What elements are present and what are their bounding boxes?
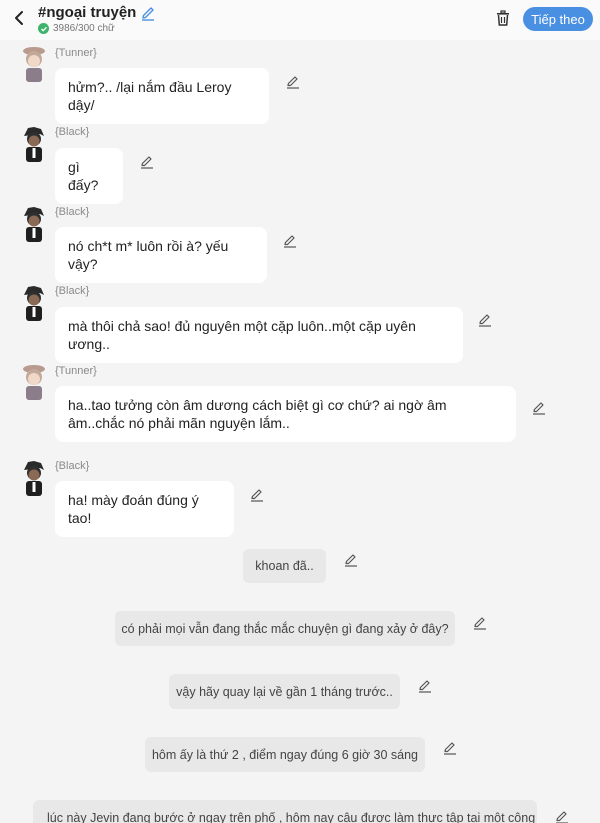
next-button[interactable]: Tiếp theo xyxy=(523,7,593,31)
speaker-name: {Tunner} xyxy=(55,365,97,377)
back-arrow-icon[interactable] xyxy=(10,9,28,27)
edit-pencil-icon[interactable] xyxy=(532,401,546,415)
edit-pencil-icon[interactable] xyxy=(555,810,569,823)
avatar-tunner xyxy=(16,362,52,402)
word-count-text: 3986/300 chữ xyxy=(53,23,115,34)
check-icon xyxy=(38,23,49,34)
top-bar: #ngoại truyện 3986/300 chữ Tiếp theo xyxy=(0,0,600,40)
edit-pencil-icon[interactable] xyxy=(286,75,300,89)
speaker-name: {Black} xyxy=(55,206,90,218)
avatar-black xyxy=(16,283,52,323)
dialogue-bubble[interactable]: mà thôi chả sao! đủ nguyên một cặp luôn.… xyxy=(55,307,463,363)
chapter-title-row[interactable]: #ngoại truyện xyxy=(38,4,156,21)
avatar-black xyxy=(16,124,52,164)
edit-pencil-icon[interactable] xyxy=(250,488,264,502)
dialogue-bubble[interactable]: ha..tao tưởng còn âm dương cách biệt gì … xyxy=(55,386,516,442)
edit-pencil-icon[interactable] xyxy=(344,553,358,567)
edit-pencil-icon[interactable] xyxy=(283,234,297,248)
narration-block[interactable]: hôm ấy là thứ 2 , điểm ngay đúng 6 giờ 3… xyxy=(145,737,425,772)
speaker-name: {Black} xyxy=(55,460,90,472)
edit-pencil-icon[interactable] xyxy=(478,313,492,327)
word-count: 3986/300 chữ xyxy=(38,23,156,34)
narration-block[interactable]: khoan đã.. xyxy=(243,549,326,583)
edit-title-icon[interactable] xyxy=(140,5,156,21)
edit-pencil-icon[interactable] xyxy=(473,616,487,630)
avatar-black xyxy=(16,458,52,498)
avatar-black xyxy=(16,204,52,244)
speaker-name: {Tunner} xyxy=(55,47,97,59)
chapter-title: #ngoại truyện xyxy=(38,4,137,21)
dialogue-bubble[interactable]: gì đấy? xyxy=(55,148,123,204)
edit-pencil-icon[interactable] xyxy=(443,741,457,755)
edit-pencil-icon[interactable] xyxy=(140,155,154,169)
dialogue-bubble[interactable]: nó ch*t m* luôn rồi à? yếu vậy? xyxy=(55,227,267,283)
title-block: #ngoại truyện 3986/300 chữ xyxy=(38,4,156,34)
narration-block[interactable]: có phải mọi vẫn đang thắc mắc chuyện gì … xyxy=(115,611,455,646)
narration-block[interactable]: lúc này Jevin đang bước ở ngay trên phố … xyxy=(33,800,537,823)
speaker-name: {Black} xyxy=(55,285,90,297)
avatar-tunner xyxy=(16,44,52,84)
speaker-name: {Black} xyxy=(55,126,90,138)
dialogue-bubble[interactable]: hửm?.. /lại nắm đầu Leroy dậy/ xyxy=(55,68,269,124)
dialogue-bubble[interactable]: ha! mày đoán đúng ý tao! xyxy=(55,481,234,537)
trash-icon[interactable] xyxy=(494,9,512,27)
edit-pencil-icon[interactable] xyxy=(418,679,432,693)
narration-block[interactable]: vậy hãy quay lại về gần 1 tháng trước.. xyxy=(169,674,400,709)
